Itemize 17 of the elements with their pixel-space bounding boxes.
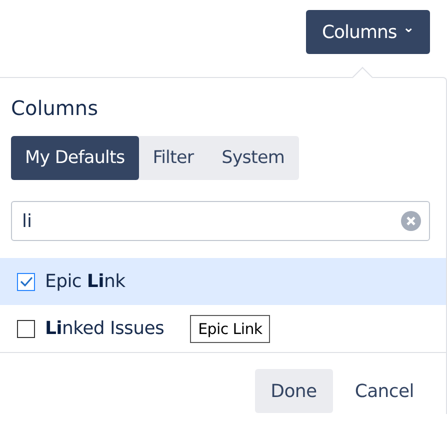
- panel-title: Columns: [10, 95, 100, 122]
- caret-icon: ⌄: [402, 20, 414, 36]
- checkbox[interactable]: [17, 320, 35, 338]
- done-button[interactable]: Done: [254, 369, 333, 413]
- tab[interactable]: Filter: [138, 136, 208, 180]
- columns-button[interactable]: Columns ⌄: [306, 10, 430, 54]
- checkbox[interactable]: [17, 272, 35, 290]
- tab[interactable]: My Defaults: [11, 136, 139, 180]
- option-row[interactable]: Epic Link: [0, 258, 446, 305]
- search-field[interactable]: li: [11, 201, 430, 241]
- cancel-button[interactable]: Cancel: [338, 369, 430, 413]
- tab[interactable]: System: [208, 136, 298, 180]
- option-row[interactable]: Linked Issues Epic Link: [0, 305, 446, 352]
- tooltip: Epic Link: [190, 314, 270, 342]
- option-label[interactable]: Epic Link: [45, 271, 126, 292]
- option-label[interactable]: Linked Issues: [45, 318, 164, 339]
- check-icon: [20, 276, 32, 287]
